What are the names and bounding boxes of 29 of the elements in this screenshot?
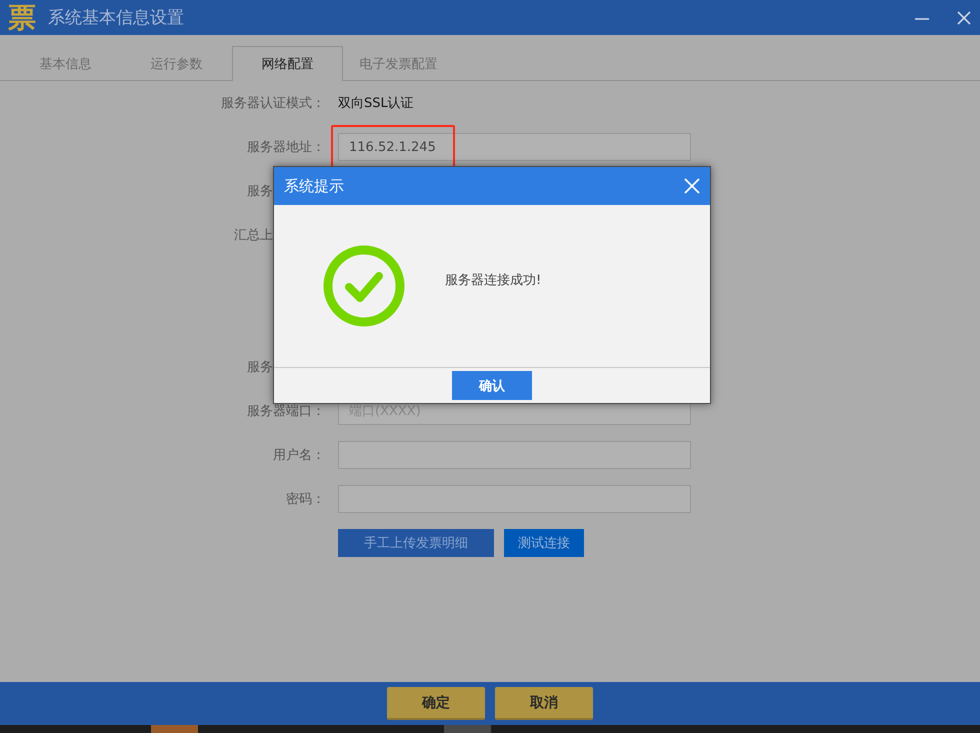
taskbar-item[interactable]	[444, 725, 491, 733]
tab[interactable]: 运行参数	[121, 46, 232, 81]
close-icon[interactable]	[956, 10, 972, 26]
field-label: 服务器地址：	[246, 139, 325, 156]
input-field[interactable]	[338, 441, 691, 469]
field-label: 服务	[246, 183, 273, 200]
dialog-message: 服务器连接成功!	[445, 272, 542, 289]
app-logo: 票	[8, 4, 36, 32]
field-label: 汇总上	[233, 227, 273, 244]
field-value: 双向SSL认证	[338, 95, 414, 112]
footer-button[interactable]: 确定	[387, 687, 485, 720]
tab[interactable]: 电子发票配置	[343, 46, 454, 81]
confirm-button[interactable]: 确认	[452, 371, 532, 400]
field-label: 服务器认证模式：	[220, 95, 325, 112]
input-field[interactable]: 116.52.1.245	[338, 133, 691, 161]
dialog-title: 系统提示	[284, 176, 344, 196]
taskbar-item[interactable]	[151, 725, 198, 733]
field-label: 用户名：	[272, 447, 325, 464]
field-label: 密码：	[285, 491, 325, 508]
field-label: 服务	[246, 359, 273, 376]
footer-button[interactable]: 取消	[495, 687, 593, 720]
window-title: 系统基本信息设置	[48, 7, 185, 29]
action-button[interactable]: 测试连接	[504, 529, 584, 557]
success-check-icon	[323, 245, 405, 327]
tab[interactable]: 基本信息	[10, 46, 121, 81]
tab[interactable]: 网络配置	[232, 46, 343, 81]
action-button[interactable]: 手工上传发票明细	[338, 529, 494, 557]
input-field[interactable]	[338, 485, 691, 513]
field-label: 服务器端口：	[246, 403, 325, 420]
